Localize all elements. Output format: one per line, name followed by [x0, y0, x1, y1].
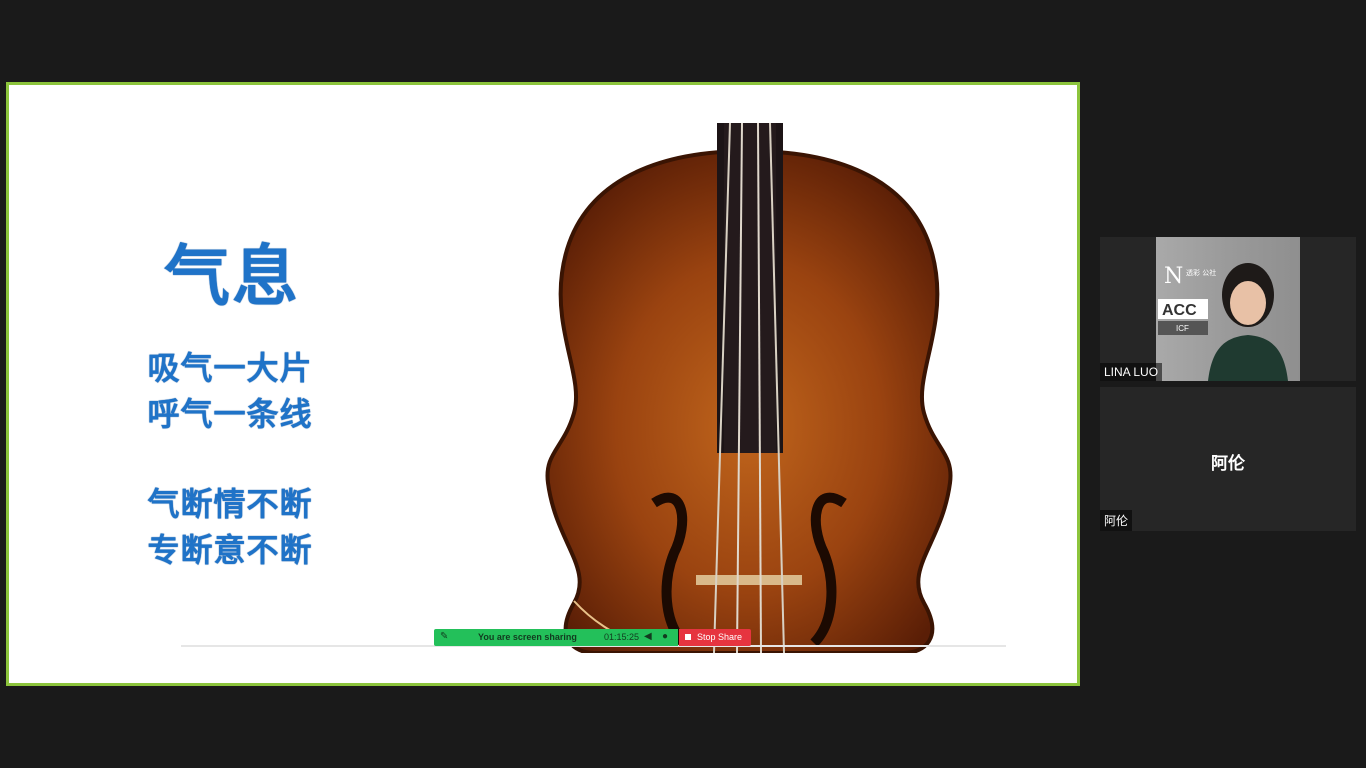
slide-title: 气息 [164, 238, 300, 315]
audio-icon[interactable]: ◀ [644, 631, 652, 642]
screen-share-toolbar[interactable]: ✎ You are screen sharing 01:15:25 ◀ ● [434, 629, 678, 646]
shared-screen: 气息 吸气一大片 呼气一条线 气断情不断 专断意不断 [6, 82, 1080, 686]
slide-line: 气断情不断 [147, 485, 313, 523]
drag-handle-icon[interactable]: ✎ [440, 631, 448, 642]
svg-text:ICF: ICF [1176, 324, 1189, 333]
participant-video: N 透彩 公社 ACC ICF [1156, 237, 1300, 381]
violin-image [534, 122, 964, 655]
stop-icon [685, 634, 691, 640]
slide-line: 呼气一条线 [147, 395, 313, 433]
slide-line: 专断意不断 [147, 531, 313, 569]
share-status-text: You are screen sharing [478, 632, 577, 642]
shield-icon[interactable]: ● [662, 631, 668, 642]
participant-tile[interactable]: 阿伦 阿伦 [1100, 387, 1356, 531]
svg-text:ACC: ACC [1162, 302, 1197, 319]
participant-tile[interactable]: N 透彩 公社 ACC ICF LINA LUO [1100, 237, 1356, 381]
slide-line: 吸气一大片 [147, 349, 313, 387]
participant-name: 阿伦 [1100, 510, 1133, 531]
participant-display-name: 阿伦 [1211, 454, 1245, 474]
svg-text:透彩 公社: 透彩 公社 [1186, 268, 1216, 277]
stop-share-button[interactable]: Stop Share [679, 629, 751, 646]
participant-name: LINA LUO [1100, 363, 1163, 381]
brand-logo-icon: N [1164, 264, 1183, 289]
stop-share-label: Stop Share [697, 632, 743, 642]
share-timer: 01:15:25 [604, 632, 640, 642]
